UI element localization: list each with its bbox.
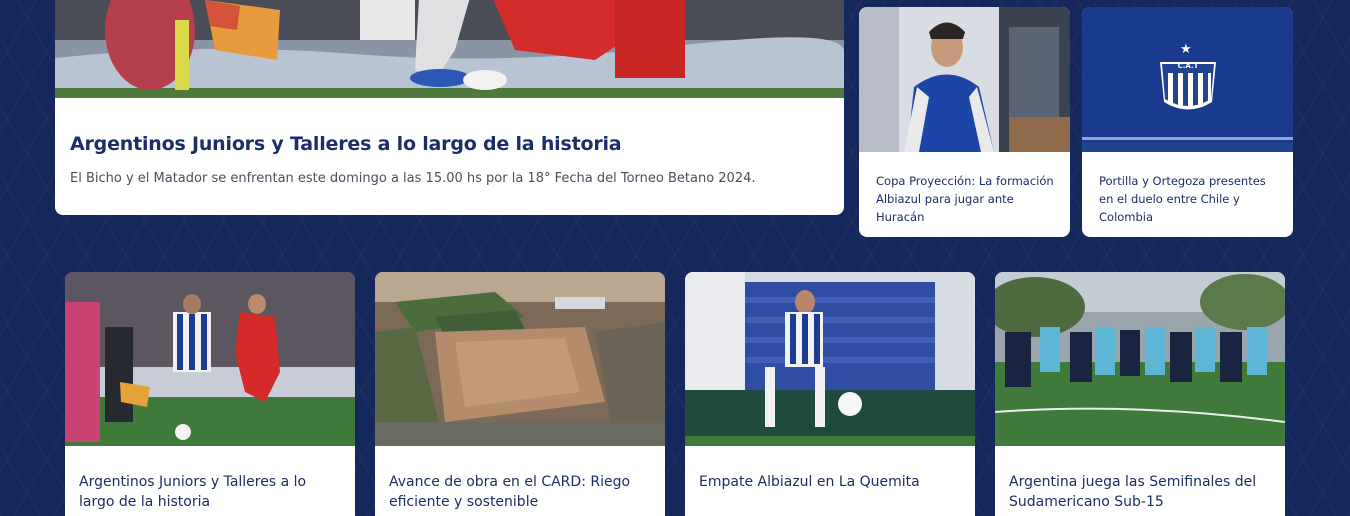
featured-news-excerpt: El Bicho y el Matador se enfrentan este … — [70, 171, 756, 186]
side-news-card[interactable]: ★ C.A.T Portilla y Ortegoza presentes en… — [1082, 7, 1293, 237]
club-crest-graphic[interactable] — [1082, 7, 1293, 152]
news-card-title[interactable]: Empate Albiazul en La Quemita — [699, 472, 961, 492]
news-card[interactable]: Argentinos Juniors y Talleres a lo largo… — [65, 272, 355, 516]
player-portrait-photo[interactable] — [859, 7, 1070, 152]
side-news-title[interactable]: Portilla y Ortegoza presentes en el duel… — [1099, 172, 1279, 226]
match-action-photo[interactable] — [65, 272, 355, 446]
news-card-title[interactable]: Argentinos Juniors y Talleres a lo largo… — [79, 472, 341, 512]
featured-news-title[interactable]: Argentinos Juniors y Talleres a lo largo… — [70, 133, 829, 155]
crest-star: ★ — [1180, 42, 1192, 57]
crest-letters: C.A.T — [1177, 62, 1199, 70]
news-card-title[interactable]: Avance de obra en el CARD: Riego eficien… — [389, 472, 651, 512]
news-card[interactable]: Argentina juega las Semifinales del Suda… — [995, 272, 1285, 516]
featured-news-photo[interactable] — [55, 0, 844, 98]
news-card[interactable]: Empate Albiazul en La Quemita — [685, 272, 975, 516]
news-card-title[interactable]: Argentina juega las Semifinales del Suda… — [1009, 472, 1271, 512]
side-news-card[interactable]: Copa Proyección: La formación Albiazul p… — [859, 7, 1070, 237]
news-card[interactable]: Avance de obra en el CARD: Riego eficien… — [375, 272, 665, 516]
team-training-photo[interactable] — [995, 272, 1285, 446]
featured-news-card[interactable]: Argentinos Juniors y Talleres a lo largo… — [55, 0, 844, 215]
player-kick-photo[interactable] — [685, 272, 975, 446]
side-news-title[interactable]: Copa Proyección: La formación Albiazul p… — [876, 172, 1056, 226]
aerial-construction-photo[interactable] — [375, 272, 665, 446]
news-section: Argentinos Juniors y Talleres a lo largo… — [0, 0, 1350, 516]
